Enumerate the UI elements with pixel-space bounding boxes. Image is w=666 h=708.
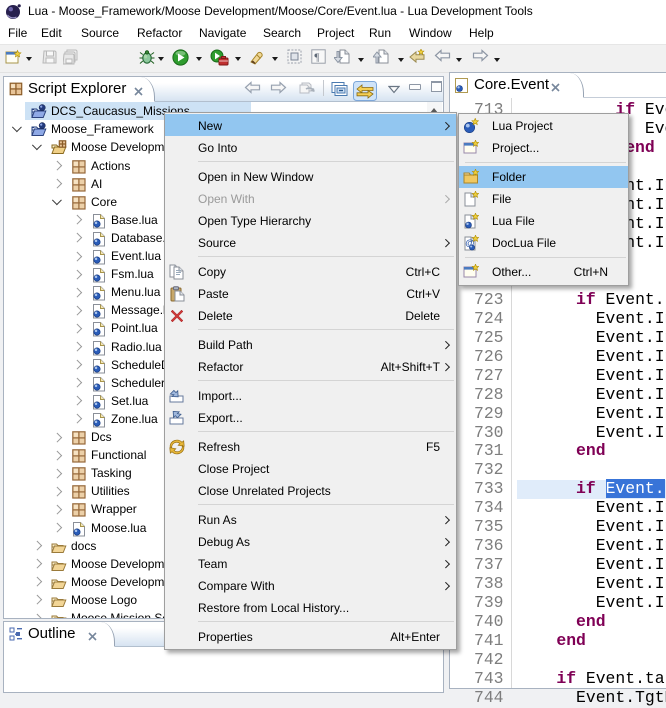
svg-text:¶: ¶: [314, 52, 319, 64]
